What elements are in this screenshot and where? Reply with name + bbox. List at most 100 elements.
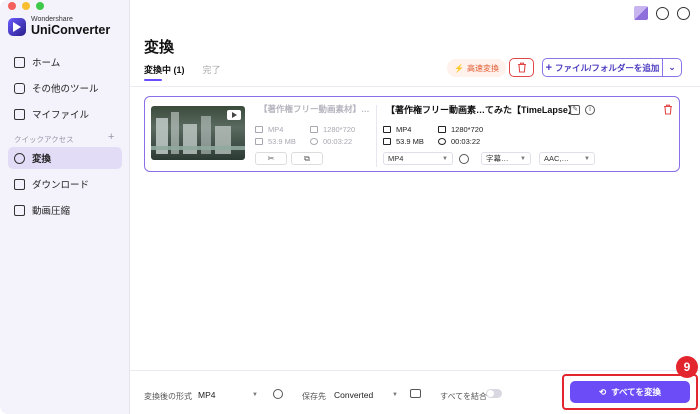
sidebar-item-label: マイファイル (32, 110, 90, 121)
fast-convert-label: 高速変換 (466, 63, 499, 73)
add-files-label: ファイル/フォルダーを追加 (555, 62, 660, 73)
minimize-window-button[interactable] (22, 2, 30, 10)
sidebar-item-label: ダウンロード (32, 180, 90, 191)
home-icon (14, 56, 25, 68)
sidebar-item-label: 変換 (32, 154, 52, 165)
toolbox-icon (14, 82, 25, 94)
plus-icon: + (545, 61, 553, 74)
window-controls (8, 2, 44, 10)
folder-icon (383, 138, 391, 145)
add-files-button[interactable]: + ファイル/フォルダーを追加 ⌄ (542, 58, 682, 77)
sidebar-item-label: 動画圧縮 (32, 206, 71, 217)
sidebar-item-my-files[interactable]: マイファイル (8, 103, 122, 125)
chevron-down-icon: ▼ (584, 155, 590, 162)
global-output-format-select[interactable]: MP4 ▼ (192, 386, 264, 403)
save-location-select[interactable]: Converted ▼ (328, 386, 404, 403)
chat-icon[interactable] (656, 6, 669, 20)
convert-all-button[interactable]: ⟲ すべてを変換 (570, 381, 690, 403)
resolution-icon (310, 126, 318, 133)
top-toolbar (634, 6, 690, 20)
audio-select[interactable]: AAC,… ▼ (539, 152, 595, 165)
settings-gear-icon[interactable] (459, 154, 469, 164)
subtitle-select-value: 字幕… (486, 154, 509, 163)
header-divider (130, 86, 700, 87)
source-size: 53.9 MB (255, 137, 296, 146)
video-thumbnail[interactable] (151, 106, 245, 160)
quick-access-label: クイックアクセス (14, 135, 74, 144)
subtitle-select[interactable]: 字幕… ▼ (481, 152, 531, 165)
chevron-down-icon: ▼ (520, 155, 526, 162)
chevron-down-icon: ▼ (392, 391, 398, 398)
app-window: Wondershare UniConverter ホーム その他のツール マイフ… (0, 0, 700, 414)
maximize-window-button[interactable] (36, 2, 44, 10)
output-duration: 00:03:22 (438, 137, 480, 146)
output-format: MP4 (383, 125, 411, 134)
trim-button[interactable]: ✂ (255, 152, 287, 165)
delete-file-button[interactable] (663, 104, 673, 118)
sidebar-item-download[interactable]: ダウンロード (8, 173, 122, 195)
save-to-label: 保存先 (302, 392, 326, 401)
app-logo: Wondershare UniConverter (8, 16, 110, 37)
info-icon[interactable]: i (585, 105, 595, 115)
file-icon (14, 108, 25, 120)
sidebar: Wondershare UniConverter ホーム その他のツール マイフ… (0, 0, 130, 414)
file-item-card[interactable]: 【著作権フリー動画素材】… MP4 1280*720 53.9 MB 00:03… (144, 96, 680, 172)
page-title: 変換 (144, 39, 175, 56)
merge-all-toggle[interactable] (486, 389, 502, 398)
conversion-tabs: 変換中 (1) 完了 (144, 63, 221, 81)
folder-icon[interactable] (410, 389, 421, 398)
sidebar-item-other-tools[interactable]: その他のツール (8, 77, 122, 99)
scissors-icon: ✂ (267, 154, 275, 163)
compress-icon (14, 204, 25, 216)
source-resolution: 1280*720 (310, 125, 355, 134)
audio-select-value: AAC,… (544, 154, 570, 163)
output-size: 53.9 MB (383, 137, 424, 146)
quick-access-add-button[interactable]: + (108, 131, 114, 143)
delete-all-button[interactable] (509, 58, 534, 77)
sidebar-item-home[interactable]: ホーム (8, 51, 122, 73)
clock-icon (310, 138, 318, 145)
convert-all-label: すべてを変換 (611, 387, 662, 397)
sidebar-item-label: その他のツール (32, 84, 99, 95)
output-resolution: 1280*720 (438, 125, 483, 134)
bottom-bar: 変換後の形式 MP4 ▼ 保存先 Converted ▼ すべてを結合 ⟲ すべ… (130, 370, 700, 414)
step-number-badge: 9 (676, 356, 698, 378)
sidebar-item-convert[interactable]: 変換 (8, 147, 122, 169)
output-format-label: 変換後の形式 (144, 392, 192, 401)
play-icon[interactable] (227, 110, 241, 120)
video-format-icon (383, 126, 391, 133)
sidebar-item-compress[interactable]: 動画圧縮 (8, 199, 122, 221)
source-format: MP4 (255, 125, 283, 134)
product-name: UniConverter (31, 23, 111, 37)
trash-icon (517, 62, 526, 73)
edit-name-icon[interactable]: ✎ (570, 105, 580, 115)
crop-button[interactable]: ⧉ (291, 152, 323, 165)
convert-icon (14, 152, 25, 164)
chevron-down-icon: ▼ (442, 155, 448, 162)
avatar[interactable] (634, 6, 648, 20)
close-window-button[interactable] (8, 2, 16, 10)
crop-icon: ⧉ (304, 153, 310, 163)
add-files-dropdown-button[interactable]: ⌄ (663, 62, 681, 73)
clock-icon (438, 138, 446, 145)
save-location-value: Converted (334, 389, 374, 400)
video-format-icon (255, 126, 263, 133)
card-divider (376, 105, 377, 167)
logo-icon (8, 17, 26, 36)
tab-converting[interactable]: 変換中 (1) (144, 63, 185, 81)
trash-icon (664, 104, 672, 115)
tab-finished[interactable]: 完了 (203, 63, 221, 76)
source-duration: 00:03:22 (310, 137, 352, 146)
folder-icon (255, 138, 263, 145)
source-file-title: 【著作権フリー動画素材】… (259, 104, 370, 114)
output-format-select[interactable]: MP4 ▼ (383, 152, 453, 165)
global-output-format-value: MP4 (198, 389, 216, 400)
fast-convert-button[interactable]: ⚡ 高速変換 (447, 59, 506, 77)
download-icon (14, 178, 25, 190)
support-headset-icon[interactable] (677, 6, 690, 20)
chevron-down-icon: ▼ (252, 391, 258, 398)
merge-all-label: すべてを結合 (440, 392, 487, 401)
output-format-select-value: MP4 (388, 154, 404, 163)
output-file-title: 【著作権フリー動画素…てみた【TimeLapse】 (386, 105, 577, 115)
settings-gear-icon[interactable] (273, 389, 283, 399)
